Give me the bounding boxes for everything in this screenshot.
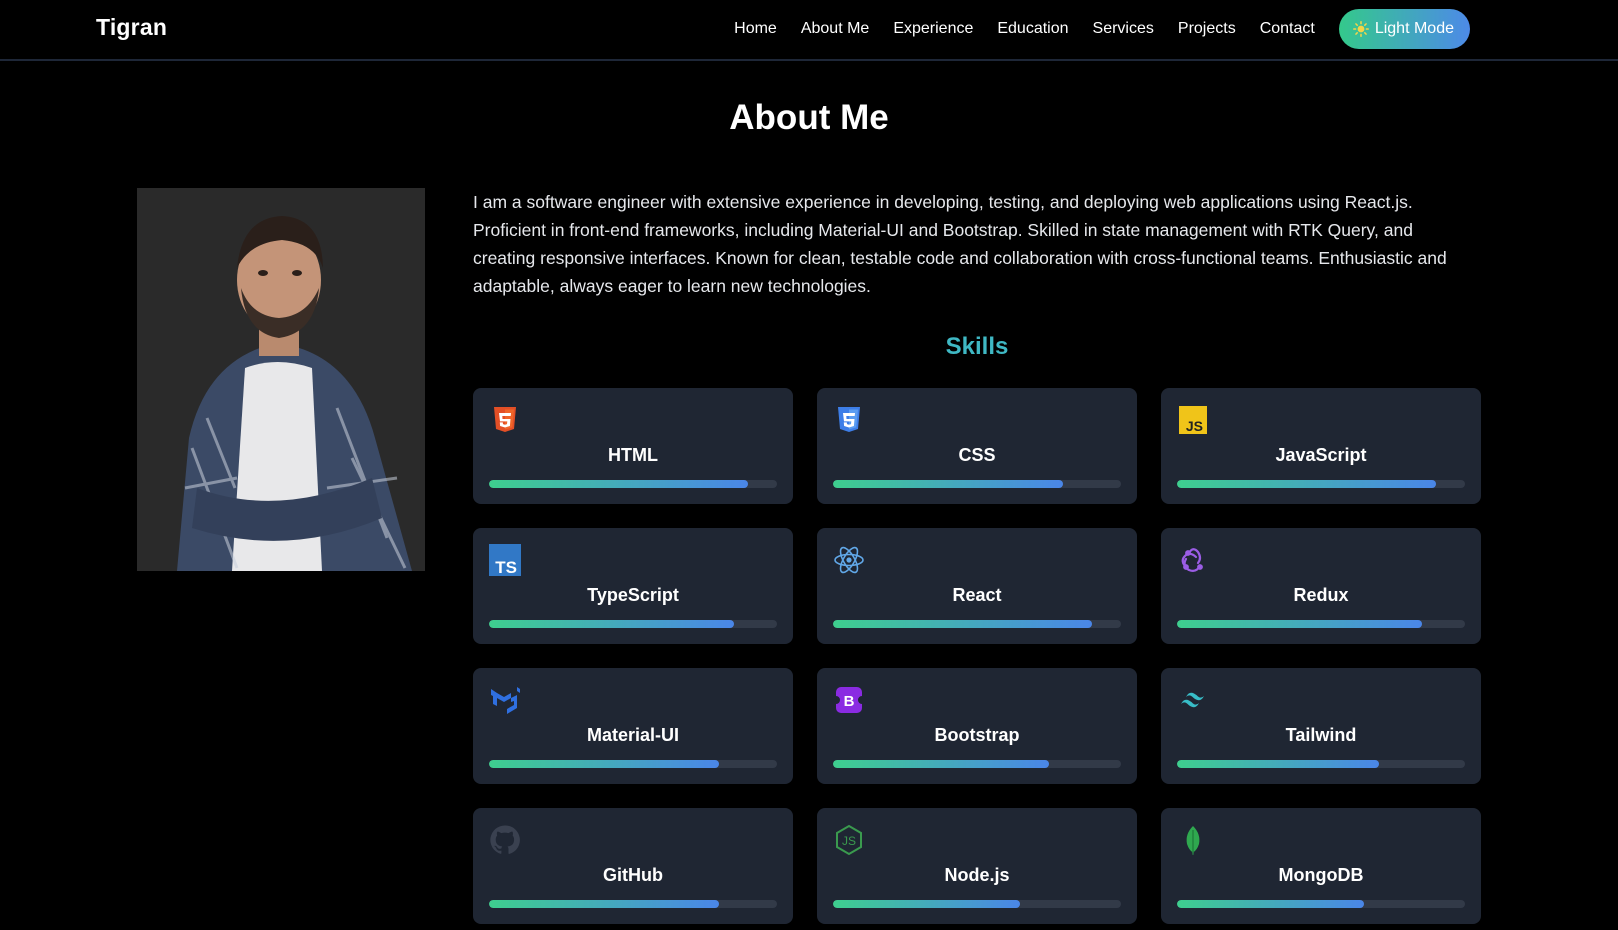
skill-name: JavaScript [1275, 445, 1367, 465]
sun-icon [1352, 21, 1369, 37]
skill-progress-track [1177, 620, 1465, 628]
navbar: Tigran Home About Me Experience Educatio… [0, 0, 1618, 61]
svg-text:JS: JS [842, 834, 856, 848]
skill-name: Node.js [944, 865, 1010, 885]
skill-card-material-ui: Material-UI [473, 668, 793, 784]
skill-progress-fill [1177, 480, 1437, 488]
skill-progress-track [833, 480, 1121, 488]
skill-progress-track [1177, 760, 1465, 768]
mongodb-icon [1177, 824, 1209, 856]
skill-name: TypeScript [587, 585, 679, 605]
github-icon [489, 824, 521, 856]
skill-card-css: CSS [817, 388, 1137, 504]
svg-text:JS: JS [1186, 418, 1203, 434]
skill-progress-track [833, 620, 1121, 628]
skill-name: React [952, 585, 1002, 605]
skill-name: Bootstrap [934, 725, 1020, 745]
bootstrap-icon: B [833, 684, 865, 716]
skill-progress-track [489, 900, 777, 908]
skills-grid: HTML CSS JS JavaScript TS TypeScript React Redu… [473, 388, 1481, 924]
skill-progress-fill [1177, 760, 1379, 768]
skill-progress-track [833, 760, 1121, 768]
skill-progress-track [489, 620, 777, 628]
nodejs-icon: JS [833, 824, 865, 856]
skill-progress-track [1177, 900, 1465, 908]
react-icon [833, 544, 865, 576]
skill-card-tailwind: Tailwind [1161, 668, 1481, 784]
nav-links: Home About Me Experience Education Servi… [710, 0, 1470, 58]
skill-name: HTML [608, 445, 658, 465]
skill-card-react: React [817, 528, 1137, 644]
nav-link-education[interactable]: Education [997, 20, 1068, 38]
brand-logo[interactable]: Tigran [96, 14, 167, 41]
skill-card-html: HTML [473, 388, 793, 504]
javascript-icon: JS [1177, 404, 1209, 436]
redux-icon [1177, 544, 1209, 576]
page-title: About Me [729, 98, 889, 137]
skill-card-javascript: JS JavaScript [1161, 388, 1481, 504]
nav-link-home[interactable]: Home [734, 20, 777, 38]
nav-link-about[interactable]: About Me [801, 20, 869, 38]
skill-name: Redux [1293, 585, 1349, 605]
skill-card-mongodb: MongoDB [1161, 808, 1481, 924]
material-ui-icon [489, 684, 521, 716]
nav-link-contact[interactable]: Contact [1260, 20, 1315, 38]
skill-progress-fill [489, 480, 749, 488]
light-mode-label: Light Mode [1374, 20, 1454, 37]
profile-photo [137, 188, 425, 571]
skill-progress-fill [833, 760, 1049, 768]
skill-progress-track [489, 480, 777, 488]
skill-card-github: GitHub [473, 808, 793, 924]
skill-progress-fill [489, 900, 720, 908]
skill-name: GitHub [603, 865, 663, 885]
skill-progress-fill [833, 900, 1021, 908]
skill-card-node-js: JS Node.js [817, 808, 1137, 924]
skill-name: Material-UI [586, 725, 680, 745]
typescript-icon: TS [489, 544, 521, 577]
skill-name: MongoDB [1278, 865, 1364, 885]
skill-progress-fill [489, 620, 734, 628]
html5-icon [489, 404, 521, 436]
skill-card-bootstrap: B Bootstrap [817, 668, 1137, 784]
svg-text:B: B [844, 693, 855, 710]
css3-icon [833, 404, 865, 436]
about-bio: I am a software engineer with extensive … [473, 192, 1447, 296]
skill-progress-fill [1177, 900, 1365, 908]
skill-progress-track [833, 900, 1121, 908]
tailwind-icon [1177, 684, 1209, 716]
skill-progress-track [489, 760, 777, 768]
skill-card-redux: Redux [1161, 528, 1481, 644]
nav-link-services[interactable]: Services [1093, 20, 1154, 38]
skill-name: Tailwind [1285, 725, 1357, 745]
skill-progress-fill [1177, 620, 1422, 628]
nav-link-projects[interactable]: Projects [1178, 20, 1236, 38]
svg-text:TS: TS [495, 558, 517, 576]
skills-title: Skills [945, 333, 1009, 360]
skill-progress-fill [489, 760, 720, 768]
light-mode-button[interactable]: Light Mode [1338, 9, 1470, 49]
skill-card-typescript: TS TypeScript [473, 528, 793, 644]
skill-name: CSS [958, 445, 996, 465]
nav-link-experience[interactable]: Experience [893, 20, 973, 38]
skill-progress-track [1177, 480, 1465, 488]
skill-progress-fill [833, 480, 1064, 488]
skill-progress-fill [833, 620, 1093, 628]
